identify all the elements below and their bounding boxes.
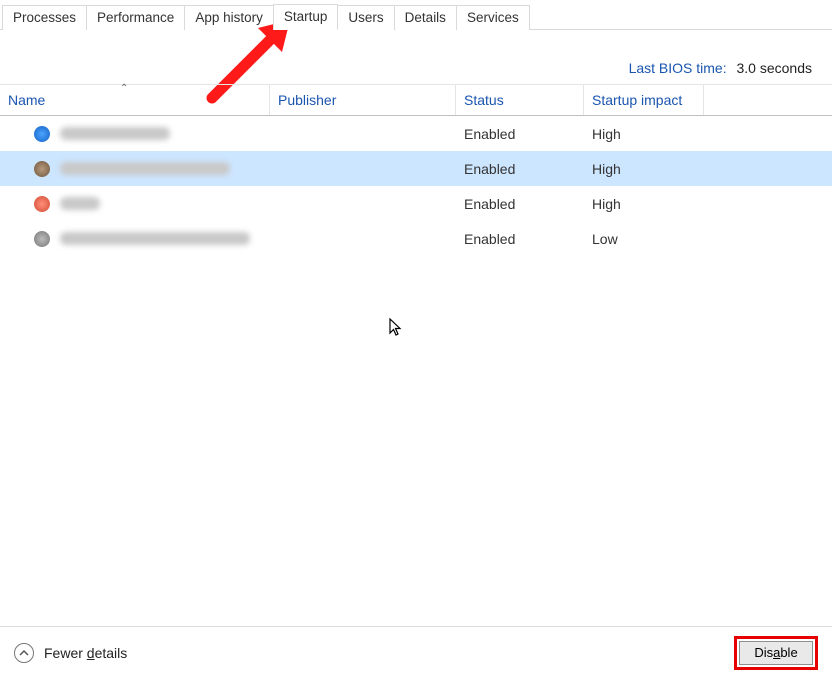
startup-list: EnabledHighEnabledHighEnabledHighEnabled… (0, 116, 832, 256)
cell-status: Enabled (456, 196, 584, 212)
bios-time-value: 3.0 seconds (737, 60, 813, 76)
cell-name (0, 196, 270, 212)
cell-impact: High (584, 161, 704, 177)
cell-name (0, 161, 270, 177)
disable-button-label: Disable (754, 645, 797, 660)
tab-processes[interactable]: Processes (2, 5, 87, 30)
app-name-redacted (60, 127, 170, 140)
annotation-highlight-box: Disable (734, 636, 818, 670)
app-icon (34, 161, 50, 177)
startup-row[interactable]: EnabledHigh (0, 151, 832, 186)
app-icon (34, 126, 50, 142)
tab-users[interactable]: Users (337, 5, 394, 30)
tab-app-history[interactable]: App history (184, 5, 274, 30)
tab-startup[interactable]: Startup (273, 4, 339, 30)
tab-details[interactable]: Details (394, 5, 457, 30)
disable-button[interactable]: Disable (739, 641, 813, 665)
chevron-up-circle-icon (14, 643, 34, 663)
cell-impact: High (584, 126, 704, 142)
column-header-status[interactable]: Status (456, 85, 584, 115)
cell-status: Enabled (456, 126, 584, 142)
tab-services[interactable]: Services (456, 5, 530, 30)
cell-impact: Low (584, 231, 704, 247)
fewer-details-button[interactable]: Fewer details (14, 643, 127, 663)
app-icon (34, 231, 50, 247)
column-headers: ⌃ Name Publisher Status Startup impact (0, 84, 832, 116)
mouse-cursor-icon (389, 318, 405, 343)
sort-indicator-icon: ⌃ (120, 83, 128, 94)
cell-name (0, 126, 270, 142)
app-name-redacted (60, 162, 230, 175)
startup-row[interactable]: EnabledLow (0, 221, 832, 256)
tab-strip: ProcessesPerformanceApp historyStartupUs… (0, 0, 832, 30)
fewer-details-label: Fewer details (44, 645, 127, 661)
cell-impact: High (584, 196, 704, 212)
cell-name (0, 231, 270, 247)
bios-time-row: Last BIOS time: 3.0 seconds (0, 30, 832, 84)
column-header-publisher[interactable]: Publisher (270, 85, 456, 115)
app-icon (34, 196, 50, 212)
column-header-impact[interactable]: Startup impact (584, 85, 704, 115)
app-name-redacted (60, 197, 100, 210)
startup-row[interactable]: EnabledHigh (0, 186, 832, 221)
column-header-name[interactable]: Name (0, 85, 270, 115)
cell-status: Enabled (456, 231, 584, 247)
footer-bar: Fewer details Disable (0, 626, 832, 678)
app-name-redacted (60, 232, 250, 245)
startup-row[interactable]: EnabledHigh (0, 116, 832, 151)
cell-status: Enabled (456, 161, 584, 177)
tab-performance[interactable]: Performance (86, 5, 185, 30)
bios-time-label: Last BIOS time: (629, 60, 727, 76)
